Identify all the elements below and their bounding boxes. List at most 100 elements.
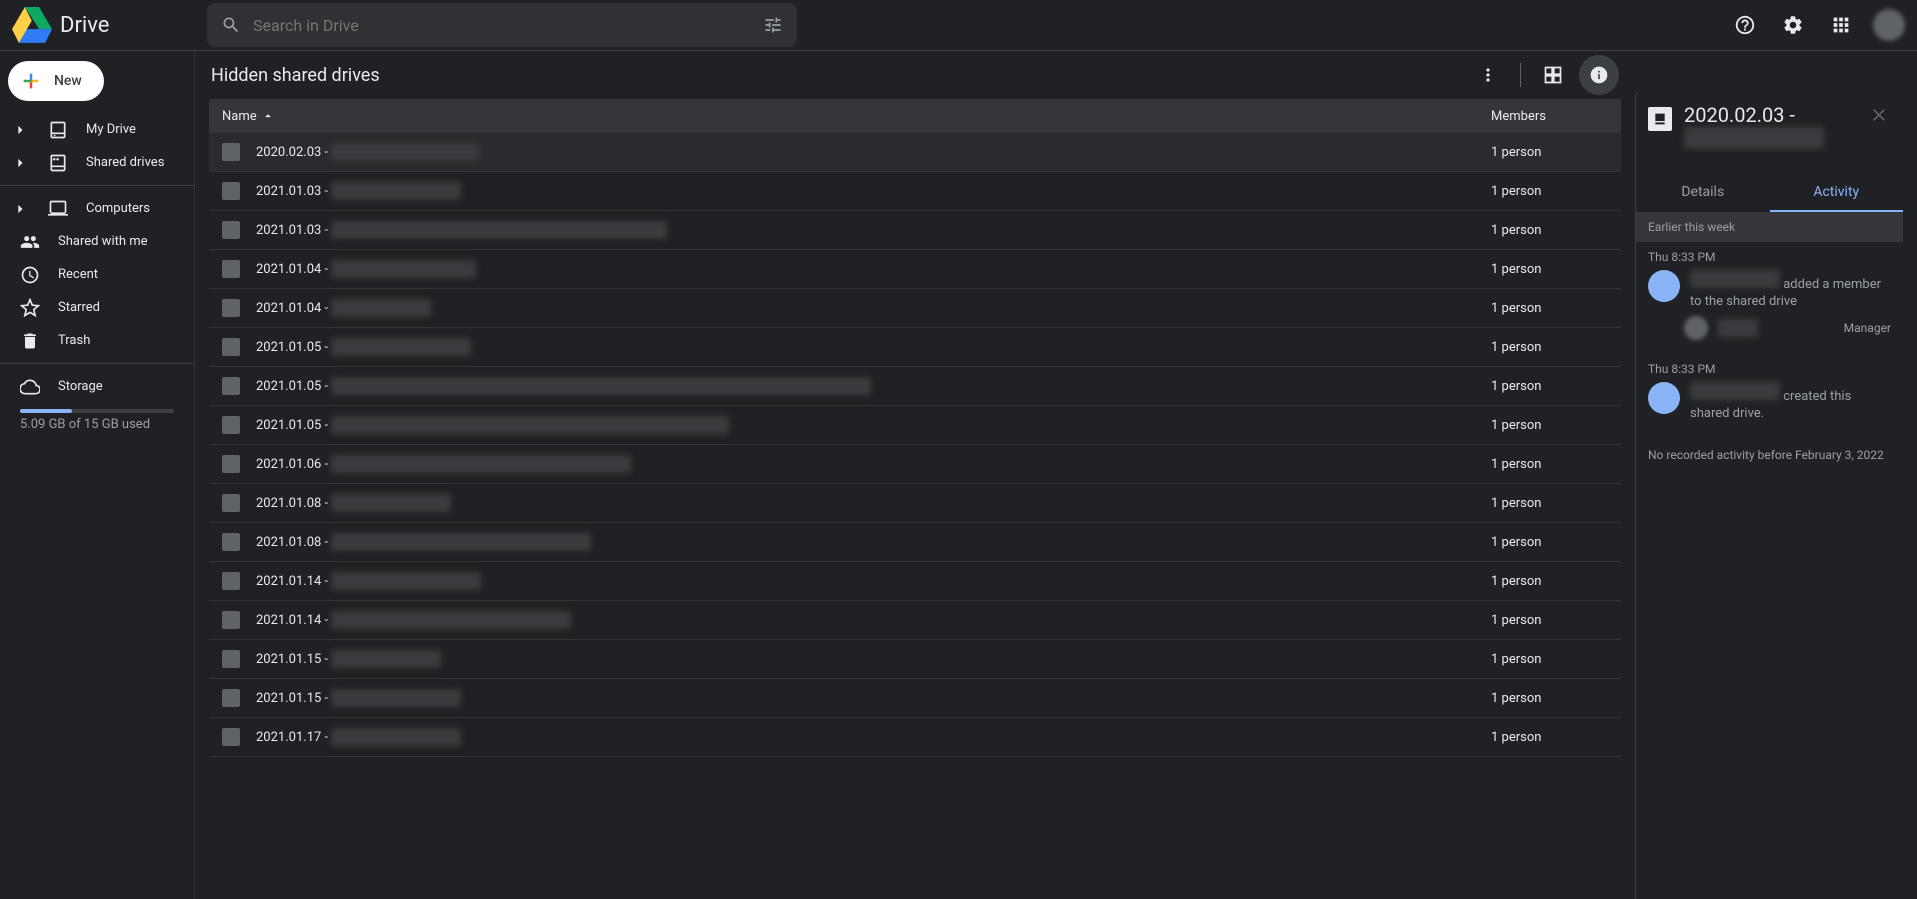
drive-thumb-icon	[222, 299, 240, 317]
row-members: 1 person	[1491, 535, 1621, 550]
drive-thumb-icon	[222, 455, 240, 473]
table-row[interactable]: 2021.01.15 - 1 person	[209, 679, 1621, 718]
table-row[interactable]: 2021.01.08 - 1 person	[209, 484, 1621, 523]
chevron-right-icon	[10, 120, 30, 140]
table-row[interactable]: 2021.01.06 - 1 person	[209, 445, 1621, 484]
drive-thumb-icon	[222, 377, 240, 395]
activity-section: Earlier this week	[1636, 212, 1903, 242]
more-button[interactable]	[1468, 55, 1508, 95]
panel-tabs: Details Activity	[1636, 174, 1903, 212]
search-input[interactable]	[253, 16, 751, 35]
my-drive-icon	[48, 120, 68, 140]
row-name: 2021.01.05 -	[256, 416, 1491, 434]
sidebar-item-label: Shared with me	[58, 234, 148, 249]
table-row[interactable]: 2021.01.05 - 1 person	[209, 406, 1621, 445]
star-icon	[20, 298, 40, 318]
row-members: 1 person	[1491, 496, 1621, 511]
row-members: 1 person	[1491, 340, 1621, 355]
sidebar-item-storage[interactable]: Storage	[0, 370, 182, 403]
storage-usage: 5.09 GB of 15 GB used	[20, 417, 194, 432]
row-members: 1 person	[1491, 418, 1621, 433]
drive-thumb-icon	[222, 143, 240, 161]
activity-event: Thu 8:33 PM added a member to the shared…	[1636, 242, 1903, 354]
close-panel-button[interactable]	[1867, 103, 1891, 127]
row-name: 2021.01.04 -	[256, 260, 1491, 278]
drive-thumb-icon	[222, 338, 240, 356]
drive-thumb-icon	[222, 572, 240, 590]
row-members: 1 person	[1491, 652, 1621, 667]
info-icon	[1589, 65, 1609, 85]
logo-area[interactable]: Drive	[12, 5, 207, 45]
clock-icon	[20, 265, 40, 285]
drive-thumb-icon	[222, 611, 240, 629]
row-name: 2021.01.05 -	[256, 377, 1491, 395]
plus-icon	[20, 70, 42, 92]
storage-bar	[20, 409, 174, 413]
new-button[interactable]: New	[8, 61, 104, 101]
settings-button[interactable]	[1773, 5, 1813, 45]
drive-thumb-icon	[222, 416, 240, 434]
table-row[interactable]: 2021.01.14 - 1 person	[209, 601, 1621, 640]
user-avatar-icon	[1684, 316, 1708, 340]
account-avatar[interactable]	[1873, 9, 1905, 41]
search-bar[interactable]	[207, 3, 797, 47]
arrow-up-icon	[261, 109, 275, 123]
sidebar-item-shared-with-me[interactable]: Shared with me	[0, 225, 182, 258]
row-name: 2021.01.03 -	[256, 182, 1491, 200]
row-members: 1 person	[1491, 301, 1621, 316]
row-members: 1 person	[1491, 184, 1621, 199]
table-row[interactable]: 2021.01.04 - 1 person	[209, 289, 1621, 328]
col-name[interactable]: Name	[222, 109, 1491, 124]
table-row[interactable]: 2021.01.05 - 1 person	[209, 367, 1621, 406]
header: Drive	[0, 0, 1917, 51]
table-row[interactable]: 2021.01.14 - 1 person	[209, 562, 1621, 601]
row-members: 1 person	[1491, 145, 1621, 160]
drives-table: Name Members 2020.02.03 - 1 person2021.0…	[209, 99, 1621, 899]
help-button[interactable]	[1725, 5, 1765, 45]
table-row[interactable]: 2021.01.08 - 1 person	[209, 523, 1621, 562]
table-row[interactable]: 2021.01.17 - 1 person	[209, 718, 1621, 757]
drive-thumb-icon	[222, 260, 240, 278]
col-members[interactable]: Members	[1491, 109, 1621, 124]
row-name: 2021.01.14 -	[256, 611, 1491, 629]
sidebar-item-label: Storage	[58, 379, 103, 394]
sidebar-item-shared-drives[interactable]: Shared drives	[0, 146, 182, 179]
table-header: Name Members	[209, 99, 1621, 133]
sidebar-item-computers[interactable]: Computers	[0, 192, 182, 225]
sidebar-item-label: Trash	[58, 333, 90, 348]
grid-icon	[1543, 65, 1563, 85]
header-actions	[1725, 5, 1905, 45]
user-avatar-icon	[1648, 270, 1680, 302]
sidebar-item-recent[interactable]: Recent	[0, 258, 182, 291]
apps-button[interactable]	[1821, 5, 1861, 45]
chevron-right-icon	[10, 199, 30, 219]
shared-drive-icon	[1648, 107, 1672, 131]
row-members: 1 person	[1491, 574, 1621, 589]
row-members: 1 person	[1491, 457, 1621, 472]
sidebar: New My Drive Shared drives Computers Sha…	[0, 51, 195, 899]
tab-activity[interactable]: Activity	[1770, 174, 1904, 212]
table-row[interactable]: 2021.01.15 - 1 person	[209, 640, 1621, 679]
grid-view-button[interactable]	[1533, 55, 1573, 95]
drive-thumb-icon	[222, 533, 240, 551]
tune-icon[interactable]	[763, 15, 783, 35]
row-members: 1 person	[1491, 262, 1621, 277]
sidebar-item-my-drive[interactable]: My Drive	[0, 113, 182, 146]
panel-title: 2020.02.03 -	[1684, 103, 1855, 154]
row-name: 2021.01.03 -	[256, 221, 1491, 239]
sidebar-item-label: My Drive	[86, 122, 136, 137]
table-row[interactable]: 2020.02.03 - 1 person	[209, 133, 1621, 172]
tab-details[interactable]: Details	[1636, 174, 1770, 212]
info-panel-button[interactable]	[1579, 55, 1619, 95]
row-name: 2021.01.15 -	[256, 650, 1491, 668]
row-name: 2020.02.03 -	[256, 143, 1491, 161]
table-row[interactable]: 2021.01.03 - 1 person	[209, 211, 1621, 250]
sidebar-item-starred[interactable]: Starred	[0, 291, 182, 324]
row-name: 2021.01.04 -	[256, 299, 1491, 317]
sidebar-item-trash[interactable]: Trash	[0, 324, 182, 357]
table-row[interactable]: 2021.01.04 - 1 person	[209, 250, 1621, 289]
row-members: 1 person	[1491, 691, 1621, 706]
table-row[interactable]: 2021.01.05 - 1 person	[209, 328, 1621, 367]
table-row[interactable]: 2021.01.03 - 1 person	[209, 172, 1621, 211]
drive-logo-icon	[12, 5, 52, 45]
